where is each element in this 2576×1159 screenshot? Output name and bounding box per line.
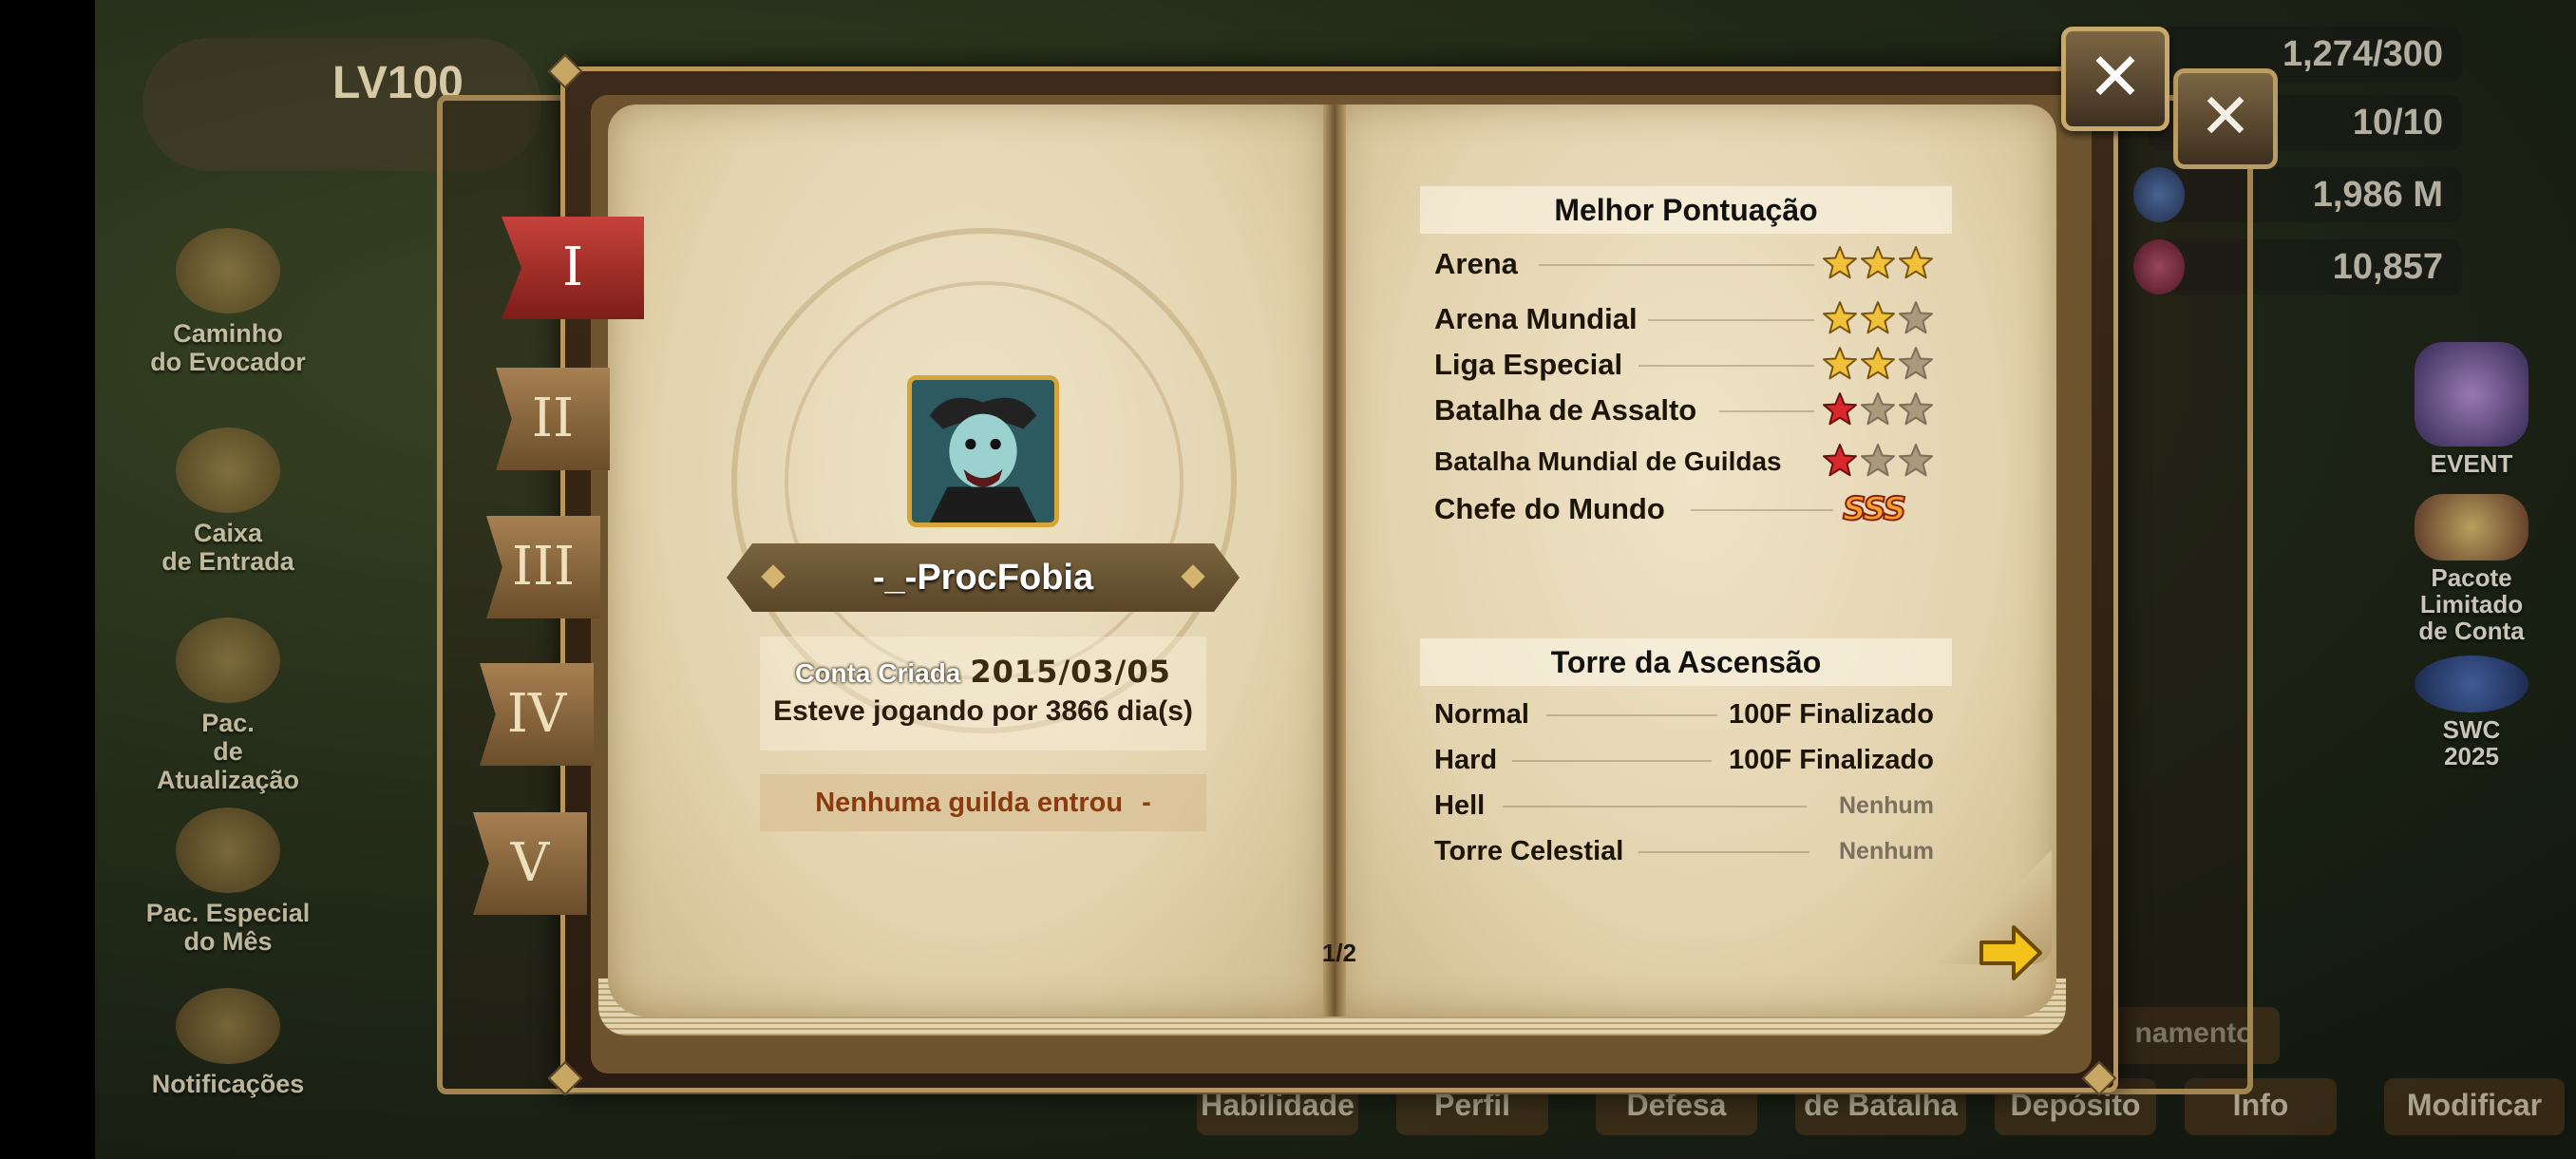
arrow-right-icon: [1979, 925, 2042, 980]
limited-pack-icon: [2415, 494, 2529, 560]
player-name: -_-ProcFobia: [872, 558, 1094, 598]
bell-icon: [176, 988, 280, 1064]
star-rating: [1822, 391, 1934, 429]
tab-page-2[interactable]: II: [496, 368, 610, 470]
score-row-world-arena: Arena Mundial: [1434, 300, 1934, 338]
score-row-world-guild-battle: Batalha Mundial de Guildas: [1434, 443, 1934, 481]
guild-info[interactable]: Nenhuma guilda entrou -: [760, 774, 1206, 831]
score-row-special-league: Liga Especial: [1434, 346, 1934, 384]
star-filled-icon: [1823, 301, 1857, 334]
close-icon: ✕: [2199, 80, 2252, 153]
background-close-button[interactable]: ✕: [2173, 68, 2278, 169]
star-empty-icon: [1861, 392, 1895, 426]
star-rating: [1822, 346, 1934, 384]
gift-pack-icon: [176, 618, 280, 703]
score-row-world-boss: Chefe do Mundo SSS: [1434, 489, 1907, 529]
diamond-ornament-icon: [761, 564, 786, 589]
menu-limited-pack[interactable]: Pacote Limitado de Conta: [2386, 494, 2557, 644]
summoner-path-icon: [176, 228, 280, 314]
account-created-date: 2015/03/05: [970, 654, 1171, 690]
days-played-text: Esteve jogando por 3866 dia(s): [773, 695, 1193, 727]
guild-value: -: [1142, 788, 1151, 818]
star-empty-icon: [1899, 301, 1933, 334]
tab-page-3[interactable]: III: [486, 516, 600, 618]
tab-page-4[interactable]: IV: [480, 663, 594, 766]
star-filled-icon: [1823, 444, 1857, 477]
score-row-siege-battle: Batalha de Assalto: [1434, 391, 1934, 429]
star-filled-icon: [1861, 301, 1895, 334]
star-empty-icon: [1861, 444, 1895, 477]
menu-event[interactable]: EVENT: [2386, 342, 2557, 477]
event-gift-icon: [2415, 342, 2529, 446]
page-indicator: 1/2: [1321, 939, 1357, 967]
star-filled-icon: [1899, 246, 1933, 279]
bottom-modify-button[interactable]: Modificar: [2384, 1078, 2565, 1135]
chest-icon: [176, 428, 280, 513]
star-rating: [1822, 245, 1934, 283]
samurai-portrait-icon: [912, 380, 1054, 522]
player-name-banner: -_-ProcFobia: [727, 543, 1240, 612]
tab-page-1[interactable]: I: [502, 217, 644, 319]
tower-row-hell: Hell Nenhum: [1434, 790, 1934, 821]
close-button[interactable]: ✕: [2061, 27, 2169, 131]
menu-inbox[interactable]: Caixa de Entrada: [142, 428, 313, 576]
star-empty-icon: [1899, 444, 1933, 477]
account-created-label: Conta Criada: [795, 658, 961, 688]
best-score-title: Melhor Pontuação: [1420, 186, 1952, 234]
menu-summoner-path[interactable]: Caminho do Evocador: [142, 228, 313, 376]
sss-rank-badge: SSS: [1842, 489, 1907, 529]
star-filled-icon: [1861, 246, 1895, 279]
tower-row-normal: Normal 100F Finalizado: [1434, 699, 1934, 730]
tower-row-hard: Hard 100F Finalizado: [1434, 745, 1934, 775]
star-empty-icon: [1899, 347, 1933, 380]
tower-title: Torre da Ascensão: [1420, 638, 1952, 686]
gift-pack-icon: [176, 808, 280, 893]
star-filled-icon: [1823, 347, 1857, 380]
next-page-button[interactable]: [1978, 920, 2044, 986]
swc-badge-icon: [2415, 656, 2529, 712]
tower-row-celestial: Torre Celestial Nenhum: [1434, 836, 1934, 866]
diamond-ornament-icon: [1181, 564, 1205, 589]
menu-monthly-pack[interactable]: Pac. Especial do Mês: [142, 808, 313, 956]
tab-page-5[interactable]: V: [473, 812, 587, 915]
menu-update-pack[interactable]: Pac. de Atualização: [142, 618, 313, 794]
menu-swc[interactable]: SWC 2025: [2386, 656, 2557, 770]
score-row-arena: Arena: [1434, 245, 1934, 283]
account-info: Conta Criada 2015/03/05 Esteve jogando po…: [760, 636, 1206, 750]
book-spine: [1323, 104, 1346, 1016]
star-filled-icon: [1823, 392, 1857, 426]
guild-text: Nenhuma guilda entrou: [815, 788, 1124, 818]
close-icon: ✕: [2087, 38, 2144, 116]
player-avatar[interactable]: [907, 375, 1059, 527]
star-rating: [1822, 443, 1934, 481]
star-filled-icon: [1861, 347, 1895, 380]
star-rating: [1822, 300, 1934, 338]
star-empty-icon: [1899, 392, 1933, 426]
menu-notifications[interactable]: Notificações: [142, 988, 313, 1098]
star-filled-icon: [1823, 246, 1857, 279]
